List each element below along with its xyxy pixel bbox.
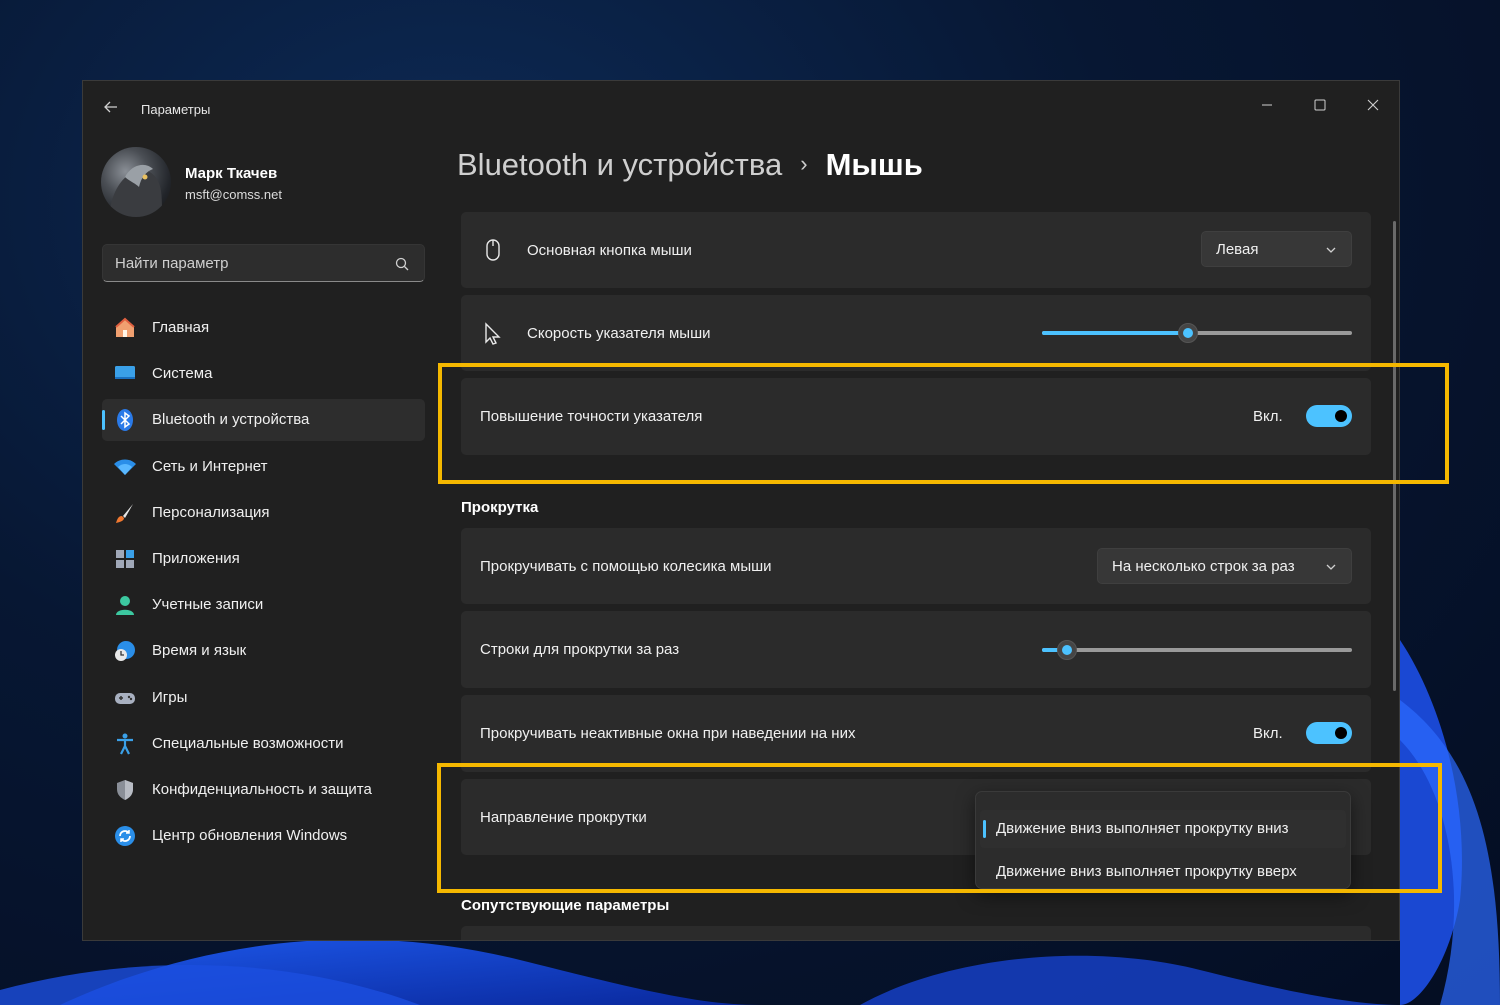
highlight-box-scroll-direction — [437, 763, 1442, 893]
brush-icon — [116, 503, 133, 523]
wheel-scroll-label: Прокручивать с помощью колесика мыши — [480, 558, 772, 575]
sidebar-item-privacy[interactable]: Конфиденциальность и защита — [102, 769, 425, 811]
breadcrumb-separator: › — [800, 151, 808, 176]
sidebar-item-label: Игры — [152, 688, 188, 706]
back-arrow-icon — [104, 101, 117, 113]
close-icon — [1367, 99, 1379, 111]
sidebar-item-label: Специальные возможности — [152, 734, 344, 752]
apps-icon — [116, 549, 134, 568]
sidebar-item-label: Персонализация — [152, 503, 270, 521]
slider-track — [1042, 648, 1352, 652]
minimize-icon — [1262, 104, 1272, 106]
pointer-speed-slider[interactable] — [1042, 323, 1352, 343]
sidebar-item-system[interactable]: Система — [102, 353, 425, 395]
accessibility-icon — [117, 733, 133, 755]
sidebar-item-personalization[interactable]: Персонализация — [102, 492, 425, 534]
sidebar-item-windows-update[interactable]: Центр обновления Windows — [102, 815, 425, 857]
time-language-icon — [115, 641, 135, 662]
user-name: Марк Ткачев — [185, 165, 278, 182]
chevron-down-icon — [1326, 247, 1336, 253]
avatar[interactable] — [101, 147, 171, 217]
scrolling-section-title: Прокрутка — [461, 499, 539, 516]
breadcrumb: Bluetooth и устройства › Мышь — [457, 147, 923, 191]
search-input[interactable]: Найти параметр — [115, 255, 229, 272]
sidebar-item-accounts[interactable]: Учетные записи — [102, 584, 425, 626]
user-email: msft@comss.net — [185, 187, 282, 202]
lines-per-scroll-card: Строки для прокрутки за раз — [461, 611, 1371, 688]
slider-fill — [1042, 331, 1189, 335]
primary-button-label: Основная кнопка мыши — [527, 242, 692, 259]
title-bar: Параметры — [83, 81, 1399, 137]
dropdown-value: На несколько строк за раз — [1112, 558, 1295, 575]
sidebar-item-label: Сеть и Интернет — [152, 457, 268, 475]
search-box[interactable]: Найти параметр — [102, 244, 425, 282]
sidebar-item-time-language[interactable]: Время и язык — [102, 630, 425, 672]
sidebar-nav: Главная Система Bluetooth и устройства С… — [102, 307, 425, 861]
breadcrumb-parent[interactable]: Bluetooth и устройства — [457, 147, 782, 182]
slider-thumb[interactable] — [1178, 323, 1199, 343]
sidebar-item-label: Главная — [152, 319, 210, 336]
update-icon — [115, 826, 135, 847]
page-title: Мышь — [825, 147, 923, 182]
cursor-icon — [485, 322, 501, 345]
sidebar-item-label: Учетные записи — [152, 596, 264, 614]
app-title: Параметры — [141, 102, 211, 117]
inactive-scroll-label: Прокручивать неактивные окна при наведен… — [480, 725, 856, 742]
wheel-scroll-dropdown[interactable]: На несколько строк за раз — [1097, 548, 1352, 584]
minimize-button[interactable] — [1244, 87, 1290, 123]
inactive-scroll-toggle[interactable] — [1306, 722, 1352, 744]
gamepad-icon — [115, 692, 135, 704]
search-icon[interactable] — [394, 256, 410, 272]
close-button[interactable] — [1350, 87, 1396, 123]
shield-icon — [117, 779, 133, 800]
toggle-knob — [1335, 727, 1347, 739]
mouse-icon — [486, 239, 500, 261]
sidebar-item-network[interactable]: Сеть и Интернет — [102, 446, 425, 488]
account-icon — [116, 596, 134, 616]
system-icon — [115, 366, 135, 380]
slider-thumb[interactable] — [1056, 640, 1077, 660]
bluetooth-icon — [117, 409, 133, 432]
pointer-speed-card: Скорость указателя мыши — [461, 295, 1371, 371]
related-section-title: Сопутствующие параметры — [461, 897, 670, 914]
inactive-scroll-card: Прокручивать неактивные окна при наведен… — [461, 695, 1371, 772]
pointer-speed-label: Скорость указателя мыши — [527, 325, 711, 342]
sidebar-item-gaming[interactable]: Игры — [102, 677, 425, 719]
inactive-scroll-state: Вкл. — [1253, 725, 1283, 742]
related-card — [461, 926, 1371, 940]
maximize-button[interactable] — [1297, 87, 1343, 123]
lines-per-scroll-slider[interactable] — [1042, 640, 1352, 660]
wifi-icon — [114, 459, 136, 475]
dropdown-value: Левая — [1216, 241, 1259, 258]
back-button[interactable] — [99, 97, 123, 121]
wheel-scroll-card: Прокручивать с помощью колесика мыши На … — [461, 528, 1371, 604]
lines-per-scroll-label: Строки для прокрутки за раз — [480, 641, 680, 658]
sidebar-item-home[interactable]: Главная — [102, 307, 425, 349]
highlight-box-precision — [438, 363, 1449, 484]
sidebar-item-bluetooth[interactable]: Bluetooth и устройства — [102, 399, 425, 442]
sidebar-item-label: Приложения — [152, 549, 240, 567]
chevron-down-icon — [1326, 564, 1336, 570]
sidebar-item-label: Центр обновления Windows — [152, 827, 348, 845]
primary-button-card: Основная кнопка мыши Левая — [461, 212, 1371, 288]
avatar-portrait — [109, 164, 163, 217]
sidebar-item-apps[interactable]: Приложения — [102, 538, 425, 580]
maximize-icon — [1314, 99, 1326, 111]
sidebar-item-label: Система — [152, 365, 213, 383]
sidebar-item-accessibility[interactable]: Специальные возможности — [102, 723, 425, 765]
primary-button-dropdown[interactable]: Левая — [1201, 231, 1352, 267]
sidebar-item-label: Конфиденциальность и защита — [152, 780, 372, 798]
sidebar-item-label: Время и язык — [152, 642, 247, 660]
home-icon — [115, 317, 135, 337]
sidebar-item-label: Bluetooth и устройства — [152, 411, 310, 429]
